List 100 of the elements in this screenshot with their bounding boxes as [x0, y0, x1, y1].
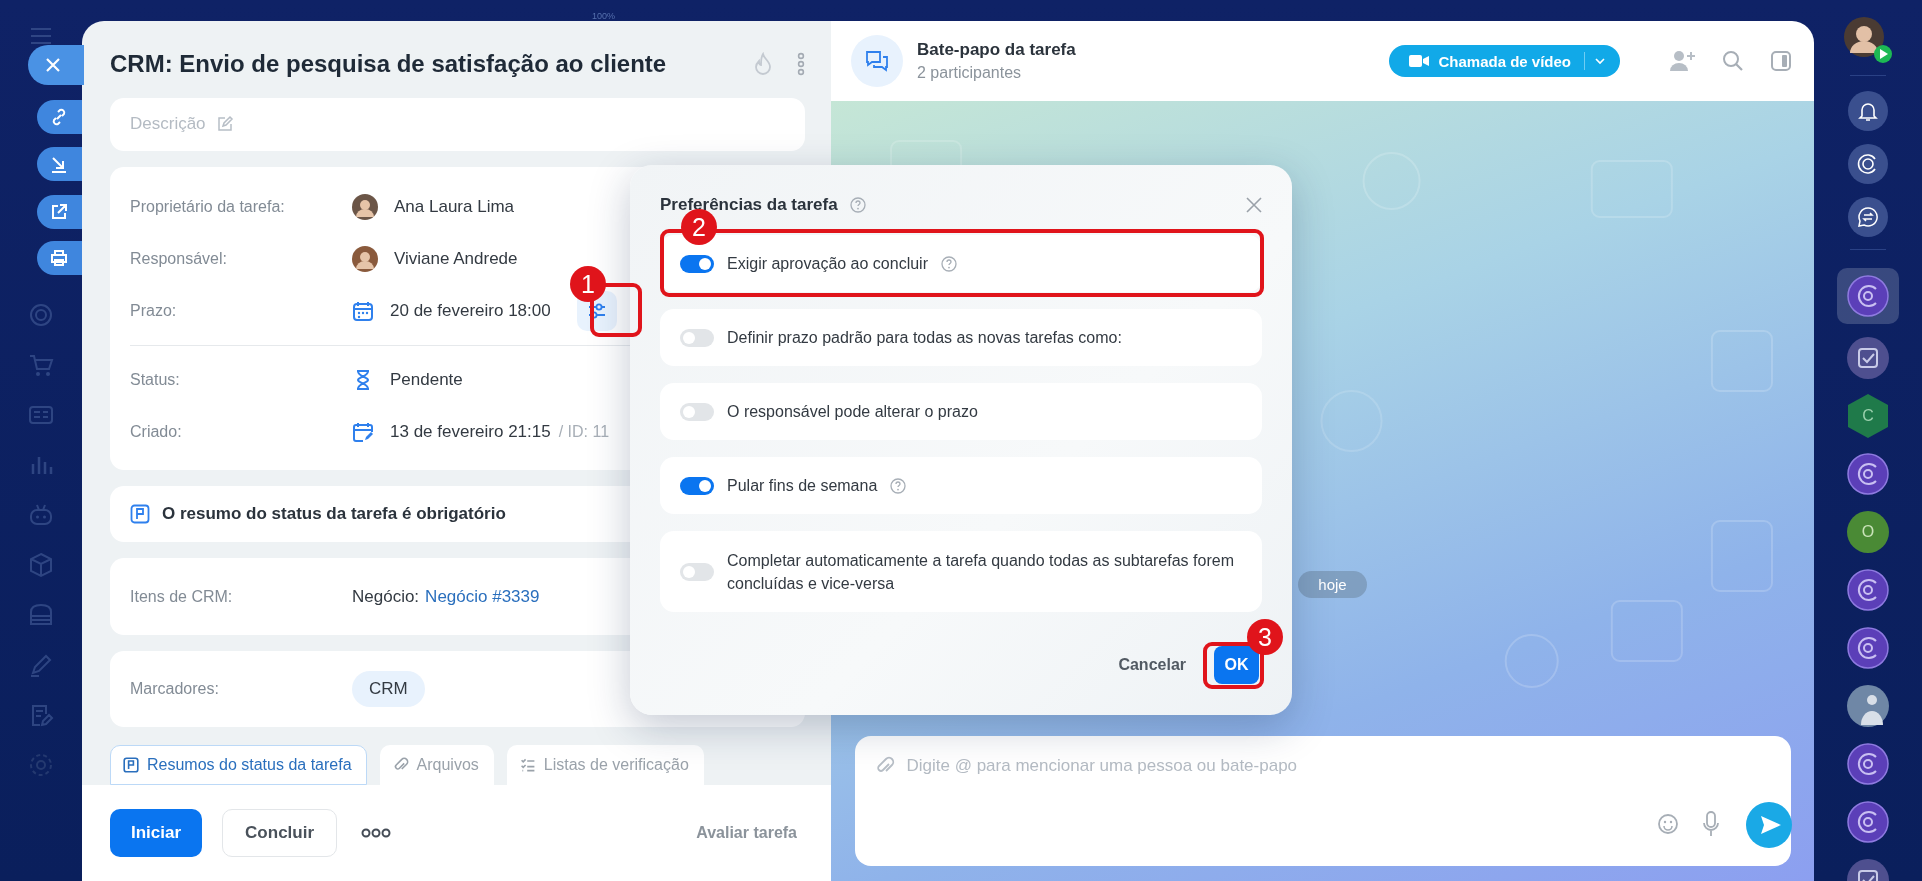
chat-icon	[851, 35, 903, 87]
participants-count[interactable]: 2 participantes	[917, 64, 1376, 82]
target-icon[interactable]	[28, 302, 54, 328]
paperclip-icon	[392, 757, 409, 773]
edit-icon	[215, 115, 234, 134]
send-icon	[1760, 815, 1782, 835]
cart-icon[interactable]	[28, 352, 54, 378]
printer-icon	[49, 248, 69, 268]
sidebar-toggle-icon[interactable]	[1770, 50, 1792, 72]
flag-icon	[130, 504, 150, 525]
field-label: Itens de CRM:	[130, 587, 234, 606]
field-label: Status:	[130, 370, 181, 389]
arrow-down-right-icon	[49, 154, 69, 174]
pen-icon[interactable]	[28, 652, 54, 678]
ok-button[interactable]: OK	[1214, 646, 1259, 684]
caret-icon	[1594, 57, 1606, 65]
link-button[interactable]	[37, 100, 82, 134]
swirl-icon	[1857, 153, 1879, 175]
assistant-button[interactable]	[1848, 144, 1888, 184]
tab[interactable]: Resumos do status da tarefa	[110, 745, 367, 785]
avatar-icon	[352, 245, 378, 272]
status-value: Pendente	[390, 369, 463, 390]
close-icon[interactable]	[1246, 197, 1262, 213]
toggle-switch[interactable]	[680, 562, 714, 581]
flame-icon[interactable]	[753, 52, 773, 77]
complete-button[interactable]: Concluir	[222, 809, 338, 857]
close-button[interactable]	[28, 45, 84, 85]
app-icon[interactable]	[1847, 275, 1889, 317]
app-icon[interactable]	[1847, 453, 1889, 495]
option-label: O responsável pode alterar o prazo	[727, 402, 978, 422]
option-label: Exigir aprovação ao concluir	[727, 254, 928, 274]
chats-button[interactable]	[1848, 197, 1888, 237]
store-icon[interactable]	[28, 602, 54, 628]
deal-link[interactable]: Negócio #3339	[425, 586, 540, 607]
user-avatar[interactable]	[1844, 17, 1884, 57]
field-label: Marcadores:	[130, 679, 220, 698]
menu-icon[interactable]	[29, 26, 53, 46]
app-icon[interactable]	[1847, 743, 1889, 785]
help-icon[interactable]	[890, 477, 907, 494]
notifications-button[interactable]	[1848, 91, 1888, 131]
microphone-icon[interactable]	[1702, 811, 1720, 837]
toggle-switch[interactable]	[680, 476, 714, 495]
group-badge[interactable]: C	[1848, 394, 1888, 438]
robot-icon[interactable]	[28, 502, 54, 528]
task-id: / ID: 11	[558, 422, 610, 441]
checklist-icon	[519, 757, 536, 773]
help-icon[interactable]	[941, 255, 957, 272]
camera-icon	[1409, 54, 1430, 68]
chat-arrows-icon	[1857, 206, 1879, 228]
open-in-new-button[interactable]	[37, 195, 82, 229]
message-field[interactable]: Digite @ para mencionar uma pessoa ou bate-papo	[906, 756, 1771, 776]
app-icon[interactable]	[1847, 627, 1889, 669]
tag[interactable]: CRM	[352, 670, 425, 707]
rate-task-button[interactable]: Avaliar tarefa	[690, 823, 803, 843]
group-badge[interactable]: O	[1847, 511, 1889, 553]
flag-icon	[123, 757, 139, 773]
task-icon[interactable]	[1847, 337, 1889, 379]
play-badge	[1874, 45, 1892, 63]
person-name[interactable]: Viviane Andrede	[394, 248, 518, 269]
field-label: Responsável:	[130, 249, 228, 268]
app-icon[interactable]	[1847, 569, 1889, 611]
calendar-edit-icon	[352, 420, 374, 443]
field-label: Proprietário da tarefa:	[130, 197, 286, 216]
calendar-icon	[352, 299, 374, 322]
date-badge: hoje	[1298, 571, 1367, 598]
option-label: Pular fins de semana	[727, 476, 878, 496]
start-button[interactable]: Iniciar	[110, 809, 203, 857]
emoji-icon[interactable]	[1657, 813, 1679, 835]
print-button[interactable]	[37, 241, 82, 275]
add-user-icon[interactable]	[1670, 49, 1696, 73]
settings-icon[interactable]	[28, 752, 54, 778]
option-label: Definir prazo padrão para todas as novas tarefas como:	[727, 328, 1122, 348]
crm-type: Negócio:	[352, 586, 420, 607]
video-call-button[interactable]: Chamada de vídeo	[1389, 45, 1620, 77]
toggle-switch[interactable]	[680, 328, 714, 347]
person-name[interactable]: Ana Laura Lima	[394, 196, 515, 217]
more-icon[interactable]	[361, 828, 392, 838]
created-date: 13 de fevereiro 21:15	[390, 421, 551, 442]
option-label: Completar automaticamente a tarefa quando todas as subtarefas forem concluídas e vice-versa	[727, 550, 1235, 594]
toggle-switch[interactable]	[680, 254, 714, 273]
zoom-label: 100%	[592, 11, 616, 21]
task-title: CRM: Envio de pesquisa de satisfação ao cliente	[110, 50, 668, 79]
avatar-icon	[352, 193, 378, 220]
help-icon[interactable]	[849, 197, 866, 213]
tab[interactable]: Arquivos	[379, 745, 494, 785]
tab[interactable]: Listas de verificação	[506, 745, 704, 785]
notice-text: O resumo do status da tarefa é obrigatório	[162, 504, 506, 525]
app-icon[interactable]	[1847, 801, 1889, 843]
toggle-switch[interactable]	[680, 402, 714, 421]
box-icon[interactable]	[28, 552, 54, 578]
avatar-icon[interactable]	[1847, 685, 1889, 727]
field-label: Criado:	[130, 422, 183, 441]
download-button[interactable]	[37, 147, 82, 181]
chat-title: Bate-papo da tarefa	[917, 40, 1077, 60]
cancel-button[interactable]: Cancelar	[1106, 648, 1198, 682]
field-label: Prazo:	[130, 301, 178, 320]
bell-icon	[1857, 100, 1879, 122]
external-link-icon	[49, 202, 69, 222]
deadline-date[interactable]: 20 de fevereiro 18:00	[390, 300, 551, 321]
search-icon[interactable]	[1722, 50, 1744, 72]
